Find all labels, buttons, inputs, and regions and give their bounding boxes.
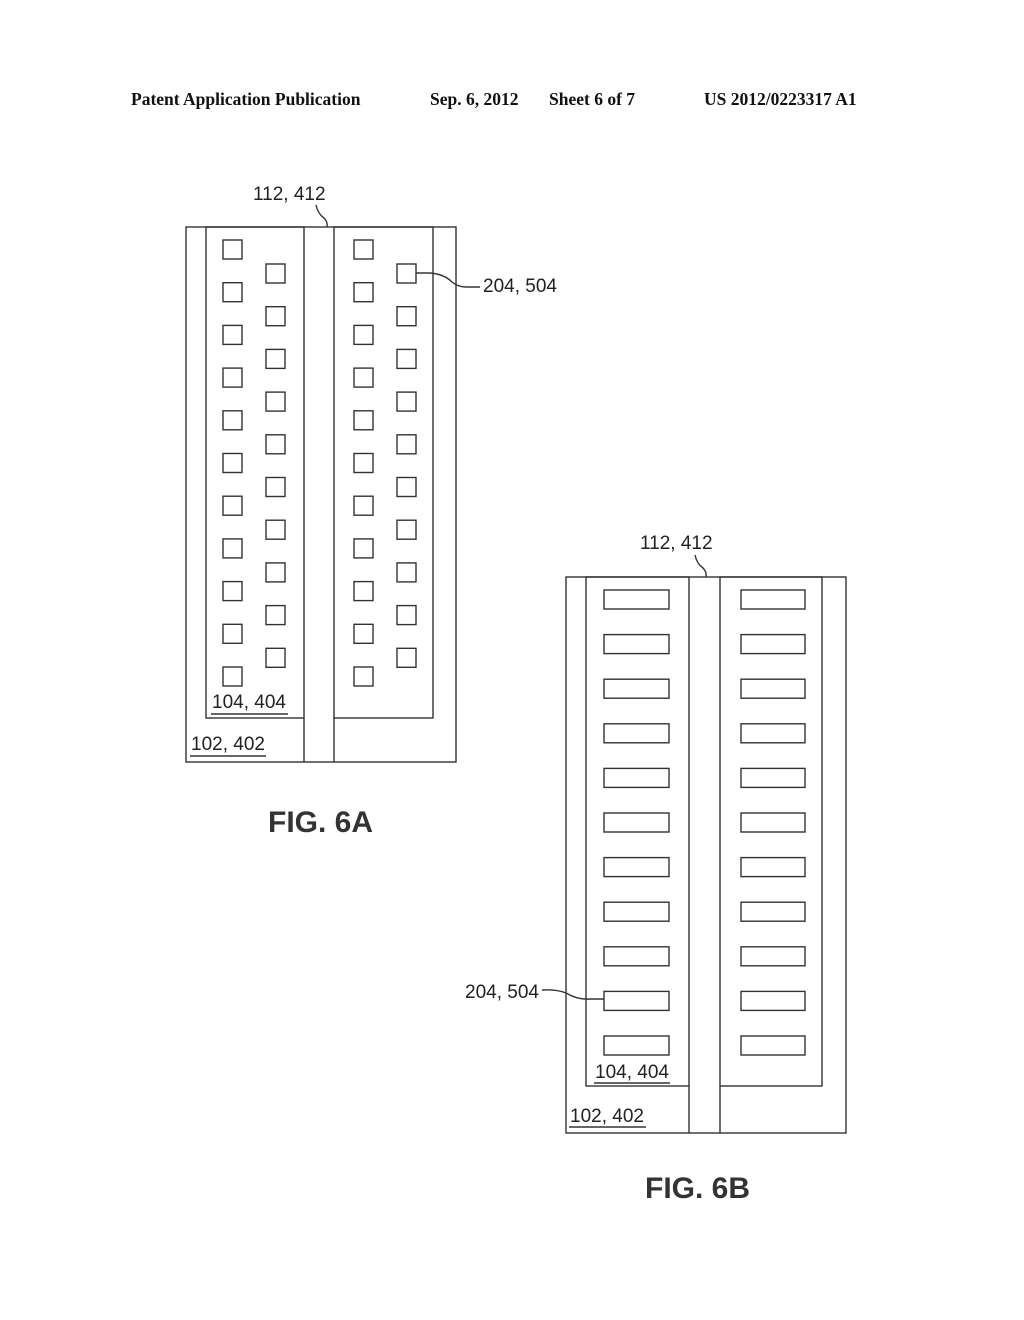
element-cell	[353, 282, 374, 303]
element-cell	[353, 580, 374, 602]
ref-label-outer: 102, 402	[570, 1106, 644, 1127]
leader-line	[541, 989, 604, 1000]
element-cell	[265, 647, 286, 668]
element-cell	[265, 391, 286, 412]
leader-line	[416, 272, 480, 288]
element-cell	[740, 990, 806, 1012]
element-cell	[603, 1035, 670, 1056]
element-cell	[265, 476, 286, 498]
element-cell	[603, 990, 670, 1012]
element-cell	[222, 324, 243, 346]
element-cell	[396, 476, 417, 498]
element-cell	[353, 324, 374, 346]
element-cell	[740, 589, 806, 610]
element-cell	[740, 767, 806, 789]
element-cell	[265, 562, 286, 583]
element-cell	[603, 633, 670, 655]
element-cell	[222, 367, 243, 388]
element-cell	[222, 538, 243, 559]
element-cell	[265, 604, 286, 626]
element-cell	[396, 562, 417, 583]
element-cell	[353, 623, 374, 644]
element-cell	[222, 495, 243, 516]
element-cell	[396, 604, 417, 626]
element-cell	[222, 410, 243, 431]
leader-line	[315, 204, 328, 228]
element-cell	[222, 452, 243, 474]
element-cell	[740, 678, 806, 699]
right-region	[333, 226, 434, 719]
element-cell	[222, 239, 243, 260]
element-cell	[603, 678, 670, 699]
element-cell	[603, 901, 670, 922]
ref-label-top: 112, 412	[253, 184, 326, 205]
element-cell	[353, 239, 374, 260]
element-cell	[603, 723, 670, 744]
figure-6b: 112, 412 204, 504 104, 404 102, 402 FIG.…	[465, 533, 847, 1205]
element-cell	[603, 812, 670, 833]
ref-label-top: 112, 412	[640, 533, 713, 554]
leader-line	[694, 554, 707, 578]
element-cell	[222, 580, 243, 602]
element-cell	[265, 434, 286, 455]
element-cell	[740, 946, 806, 967]
element-cell	[353, 538, 374, 559]
element-cell	[603, 767, 670, 789]
element-cell	[353, 367, 374, 388]
element-array	[222, 239, 417, 687]
ref-label-element: 204, 504	[483, 276, 557, 297]
element-cell	[396, 647, 417, 668]
figure-caption-6a: FIG. 6A	[268, 806, 373, 839]
element-cell	[396, 391, 417, 412]
element-cell	[740, 723, 806, 744]
element-cell	[603, 589, 670, 610]
element-cell	[396, 519, 417, 540]
element-cell	[740, 812, 806, 833]
element-cell	[265, 348, 286, 370]
drawing-sheet: 112, 412 204, 504 104, 404 102, 402 FIG.…	[185, 184, 847, 1205]
element-cell	[353, 666, 374, 687]
element-cell	[353, 410, 374, 431]
element-cell	[603, 946, 670, 967]
element-cell	[740, 1035, 806, 1056]
element-array	[603, 589, 806, 1056]
figure-6a: 112, 412 204, 504 104, 404 102, 402 FIG.…	[185, 184, 557, 839]
element-cell	[740, 901, 806, 922]
element-cell	[222, 282, 243, 303]
element-cell	[222, 623, 243, 644]
element-cell	[740, 856, 806, 878]
element-cell	[740, 633, 806, 655]
element-cell	[353, 452, 374, 474]
ref-label-inner: 104, 404	[595, 1062, 669, 1083]
element-cell	[265, 263, 286, 284]
ref-label-element: 204, 504	[465, 982, 539, 1003]
element-cell	[265, 519, 286, 540]
ref-label-inner: 104, 404	[212, 692, 286, 713]
element-cell	[396, 263, 417, 284]
element-cell	[265, 306, 286, 327]
figure-caption-6b: FIG. 6B	[645, 1172, 750, 1205]
element-cell	[396, 348, 417, 370]
element-cell	[222, 666, 243, 687]
element-cell	[353, 495, 374, 516]
element-cell	[396, 434, 417, 455]
ref-label-outer: 102, 402	[191, 734, 265, 755]
element-cell	[603, 856, 670, 878]
left-region	[205, 226, 305, 719]
element-cell	[396, 306, 417, 327]
